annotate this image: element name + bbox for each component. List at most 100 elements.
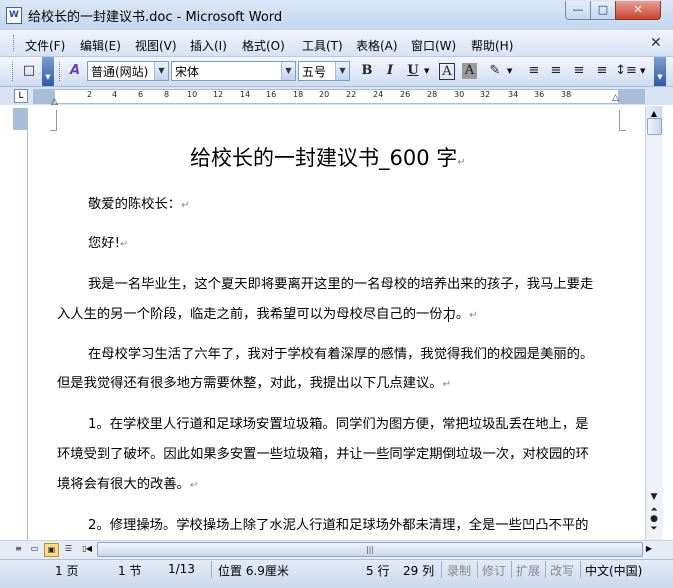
ruler-tick: 26 — [400, 90, 411, 99]
menu-tools[interactable]: 工具(T) — [302, 37, 343, 54]
status-separator — [441, 561, 442, 578]
toolbar-options-chevron-icon[interactable]: ▼ — [42, 57, 54, 86]
new-document-icon[interactable]: □ — [20, 62, 38, 80]
status-separator — [511, 561, 512, 578]
toolbar-grip[interactable] — [12, 62, 16, 81]
scroll-down-icon[interactable]: ▼ — [646, 492, 662, 502]
vertical-ruler[interactable] — [13, 108, 28, 540]
status-position: 位置 6.9厘米 — [218, 564, 289, 578]
document-title: 给校长的一封建议书_600 字↵ — [190, 146, 466, 170]
highlight-dropdown-icon[interactable]: ▼ — [507, 67, 512, 75]
word-app-icon[interactable]: W — [6, 7, 22, 24]
web-layout-view-icon[interactable]: ▭ — [28, 543, 41, 555]
chevron-down-icon[interactable]: ▼ — [281, 62, 295, 80]
toolbar-grip[interactable] — [59, 62, 63, 81]
ruler-tick: 10 — [187, 90, 198, 99]
paragraph-line: 但是我觉得还有很多地方需要休整，对此，我提出以下几点建议。↵ — [57, 376, 451, 391]
align-right-button[interactable]: ≡ — [570, 62, 588, 80]
status-extend[interactable]: 扩展 — [516, 562, 540, 579]
menu-help[interactable]: 帮助(H) — [471, 37, 513, 54]
ruler-tick: 14 — [240, 90, 251, 99]
ruler-tick: 4 — [112, 90, 118, 99]
close-button[interactable]: ✕ — [615, 1, 661, 20]
font-combo[interactable]: 宋体 ▼ — [171, 61, 296, 81]
status-line: 5 行 — [366, 564, 390, 578]
line-spacing-dropdown-icon[interactable]: ▼ — [640, 67, 645, 75]
menu-view[interactable]: 视图(V) — [135, 37, 177, 54]
status-page: 1 页 — [55, 564, 79, 578]
status-separator — [545, 561, 546, 578]
ruler-tick: 18 — [293, 90, 304, 99]
paragraph-line: 2。修理操场。学校操场上除了水泥人行道和足球场外都未清理，全是一些凹凸不平的 — [88, 518, 589, 533]
ruler-tick: 2 — [87, 90, 93, 99]
ruler-tick: 38 — [561, 90, 572, 99]
ruler-right-margin — [618, 90, 645, 103]
horizontal-scroll-thumb[interactable]: ||| — [97, 542, 643, 557]
font-size-value: 五号 — [302, 65, 327, 79]
highlight-icon[interactable]: ✎ — [486, 62, 504, 80]
ruler-tick: 16 — [266, 90, 277, 99]
status-record[interactable]: 录制 — [447, 562, 471, 579]
page-corner-mark — [50, 110, 57, 131]
menu-file[interactable]: 文件(F) — [25, 37, 65, 54]
status-overtype[interactable]: 改写 — [550, 562, 574, 579]
chevron-down-icon[interactable]: ▼ — [154, 62, 168, 80]
menu-edit[interactable]: 编辑(E) — [80, 37, 121, 54]
maximize-button[interactable]: □ — [590, 1, 616, 20]
vertical-ruler-top-margin — [13, 108, 27, 130]
styles-and-formatting-icon[interactable]: A — [66, 62, 84, 80]
scroll-left-icon[interactable]: ◀ — [83, 543, 95, 555]
bold-button[interactable]: B — [358, 62, 376, 80]
next-page-icon[interactable]: ⏷ — [646, 524, 662, 534]
ruler-tick: 20 — [319, 90, 330, 99]
line-spacing-button[interactable]: ↕≡ — [615, 62, 637, 80]
align-center-button[interactable]: ≡ — [547, 62, 565, 80]
menu-window[interactable]: 窗口(W) — [411, 37, 456, 54]
ruler-tick: 24 — [373, 90, 384, 99]
paragraph: 敬爱的陈校长：↵ — [88, 197, 190, 212]
align-left-button[interactable]: ≡ — [525, 62, 543, 80]
justify-button[interactable]: ≡ — [593, 62, 611, 80]
close-document-icon[interactable]: ✕ — [650, 35, 662, 51]
menu-format[interactable]: 格式(O) — [242, 37, 285, 54]
text-cursor — [448, 307, 449, 322]
select-browse-object-icon[interactable]: ● — [646, 514, 662, 524]
horizontal-ruler[interactable] — [33, 89, 645, 104]
ruler-tick: 6 — [138, 90, 144, 99]
vertical-scrollbar[interactable] — [645, 106, 663, 540]
menu-insert[interactable]: 插入(I) — [190, 37, 227, 54]
scroll-right-icon[interactable]: ▶ — [643, 543, 655, 555]
ruler-tick: 32 — [480, 90, 491, 99]
character-border-button[interactable]: A — [439, 63, 455, 80]
right-indent-marker-icon[interactable]: △ — [612, 93, 619, 103]
normal-view-icon[interactable]: ≡ — [12, 543, 25, 555]
status-separator — [477, 561, 478, 578]
vertical-scroll-thumb[interactable] — [647, 118, 662, 135]
italic-button[interactable]: I — [381, 62, 399, 80]
window-title: 给校长的一封建议书.doc - Microsoft Word — [28, 10, 283, 25]
ruler-tick: 36 — [534, 90, 545, 99]
ruler-tick: 28 — [427, 90, 438, 99]
status-column: 29 列 — [403, 564, 435, 578]
ruler-tick: 22 — [346, 90, 357, 99]
font-size-combo[interactable]: 五号 ▼ — [298, 61, 350, 81]
ruler-tick: 34 — [508, 90, 519, 99]
toolbar-options-chevron-icon[interactable]: ▼ — [654, 57, 666, 86]
ruler-tick: 12 — [213, 90, 224, 99]
status-track-changes[interactable]: 修订 — [482, 562, 506, 579]
status-separator — [211, 561, 212, 578]
chevron-down-icon[interactable]: ▼ — [335, 62, 349, 80]
tab-selector[interactable]: L — [14, 89, 28, 103]
status-separator — [580, 561, 581, 578]
outline-view-icon[interactable]: ☰ — [62, 543, 75, 555]
underline-dropdown-icon[interactable]: ▼ — [424, 67, 429, 75]
menubar-grip[interactable] — [13, 35, 17, 51]
character-shading-button[interactable]: A — [462, 63, 477, 79]
style-combo[interactable]: 普通(网站) ▼ — [87, 61, 169, 81]
print-layout-view-icon[interactable]: ▣ — [44, 543, 59, 557]
underline-button[interactable]: U — [404, 62, 422, 80]
minimize-button[interactable]: — — [565, 1, 591, 20]
menu-table[interactable]: 表格(A) — [356, 37, 398, 54]
page-corner-mark — [619, 110, 626, 131]
status-language: 中文(中国) — [585, 564, 643, 578]
